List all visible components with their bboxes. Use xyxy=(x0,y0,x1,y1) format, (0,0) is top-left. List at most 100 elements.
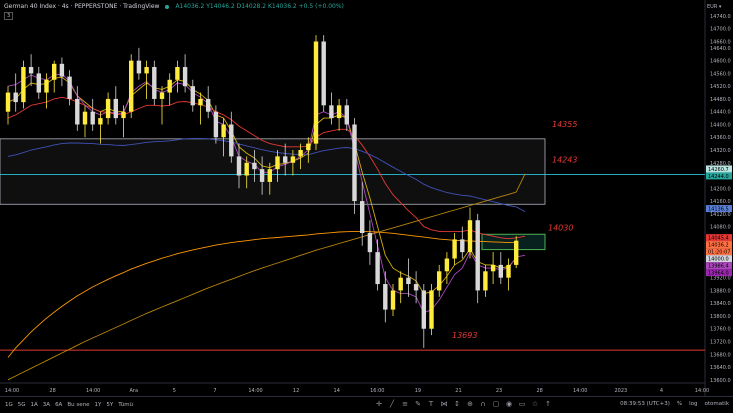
candle-body xyxy=(59,63,65,77)
price-tick-label: 14600.0 xyxy=(710,59,731,65)
price-label: 14000.0 xyxy=(708,257,729,263)
tf-1a[interactable]: 1A xyxy=(31,402,38,408)
candle-body xyxy=(121,111,126,119)
candle-body xyxy=(190,86,195,106)
text-icon[interactable]: T xyxy=(427,400,435,408)
candle-body xyxy=(452,239,457,259)
candle-body xyxy=(198,98,203,106)
candle-body xyxy=(21,67,26,103)
time-tick-label: 28 xyxy=(49,388,55,394)
tf-ytd[interactable]: Bu sene xyxy=(67,402,89,408)
ema-slow-proj xyxy=(515,206,526,212)
candle-body xyxy=(498,264,503,278)
candle-body xyxy=(213,111,219,138)
bottom-toolbar: 1G 5G 1A 3A 6A Bu sene 1Y 5Y Tümü ✛ ╱ ≡ … xyxy=(0,396,733,413)
candle-body xyxy=(44,79,49,93)
candle-body xyxy=(75,98,80,125)
candle-body xyxy=(506,264,511,278)
price-label: 01:20:07 xyxy=(708,250,730,256)
candle-body xyxy=(244,162,249,176)
price-tick-label: 14080.0 xyxy=(710,225,731,231)
candle-body xyxy=(221,124,226,138)
log-toggle[interactable]: log xyxy=(689,401,697,407)
price-tick-label: 14320.0 xyxy=(710,148,731,154)
annotation-14243: 14243 xyxy=(552,156,577,165)
price-tick-label: 13760.0 xyxy=(710,327,731,333)
time-tick-label: 7 xyxy=(213,388,216,394)
percent-toggle[interactable]: % xyxy=(677,401,682,407)
price-label: 13986.4 xyxy=(708,264,729,270)
candle-body xyxy=(98,118,103,125)
candle-body xyxy=(5,92,11,112)
candle-body xyxy=(105,98,111,119)
candle-body xyxy=(336,105,342,119)
star-icon[interactable]: ☆ xyxy=(531,400,539,408)
price-tick-label: 13640.0 xyxy=(710,365,731,371)
candle-body xyxy=(152,67,157,99)
currency-selector[interactable]: EUR ▾ xyxy=(707,4,721,10)
measure-icon[interactable]: ↕ xyxy=(453,400,461,408)
candle-body xyxy=(67,76,72,99)
pattern-icon[interactable]: ⋈ xyxy=(440,400,448,408)
trash-icon[interactable]: ▭ xyxy=(518,400,526,408)
price-tick-label: 14640.0 xyxy=(710,46,731,52)
candle-body xyxy=(167,79,172,93)
price-tick-label: 13840.0 xyxy=(710,301,731,307)
symbol-title[interactable]: German 40 Index · 4s · PEPPERSTONE · Tra… xyxy=(4,3,159,10)
auto-toggle[interactable]: otomatik xyxy=(705,401,729,407)
candle-body xyxy=(136,60,142,74)
time-tick-label: Ara xyxy=(129,388,138,394)
candle-body xyxy=(206,98,211,112)
candle-body xyxy=(406,277,411,285)
tf-all[interactable]: Tümü xyxy=(118,402,133,408)
candle-body xyxy=(437,271,442,291)
time-tick-label: 4 xyxy=(660,388,663,394)
trendline-icon[interactable]: ╱ xyxy=(388,400,396,408)
tf-6a[interactable]: 6A xyxy=(55,402,62,408)
fib-icon[interactable]: ≡ xyxy=(401,400,409,408)
cursor-icon[interactable]: ✛ xyxy=(375,400,383,408)
tf-1y[interactable]: 1Y xyxy=(94,402,101,408)
time-tick-label: 5 xyxy=(173,388,176,394)
arrow-icon[interactable]: ↑ xyxy=(544,400,552,408)
hide-icon[interactable]: ◉ xyxy=(505,400,513,408)
market-status-icon xyxy=(165,4,170,9)
price-tick-label: 13600.0 xyxy=(710,378,731,384)
candle-body xyxy=(444,258,450,272)
candle-body xyxy=(490,264,496,272)
tf-5y[interactable]: 5Y xyxy=(106,402,113,408)
time-tick-label: 14:00 xyxy=(5,388,19,394)
price-tick-label: 14400.0 xyxy=(710,122,731,128)
price-tick-label: 14160.0 xyxy=(710,199,731,205)
price-label: 14260.7 xyxy=(708,167,729,173)
candle-body xyxy=(28,67,34,74)
brush-icon[interactable]: ✎ xyxy=(414,400,422,408)
tf-5g[interactable]: 5G xyxy=(18,402,26,408)
price-tick-label: 13720.0 xyxy=(710,340,731,346)
candle-body xyxy=(182,67,188,87)
chart-header: German 40 Index · 4s · PEPPERSTONE · Tra… xyxy=(4,3,344,10)
annotation-14030: 14030 xyxy=(548,224,573,233)
clock[interactable]: 08:39:53 (UTC+3) xyxy=(620,401,670,407)
price-tick-label: 14120.0 xyxy=(710,212,731,218)
candle-body xyxy=(90,111,95,125)
magnet-icon[interactable]: ∩ xyxy=(479,400,487,408)
price-chart[interactable]: 14740.0 14700.0 14660.014640.0 14600.0 14560… xyxy=(0,0,733,412)
time-tick-label: 28 xyxy=(536,388,542,394)
time-tick-label: 21 xyxy=(455,388,461,394)
time-tick-label: 19 xyxy=(415,388,421,394)
ohlc-readout: A14036.2 Y14046.2 D14028.2 K14036.2 +0.5… xyxy=(175,3,344,10)
price-tick-label: 13800.0 xyxy=(710,314,731,320)
tf-1g[interactable]: 1G xyxy=(5,402,13,408)
candle-body xyxy=(413,284,419,291)
indicator-count-badge[interactable]: 3 xyxy=(4,12,14,20)
candle-body xyxy=(321,41,326,106)
tf-3a[interactable]: 3A xyxy=(43,402,50,408)
price-tick-label: 13880.0 xyxy=(710,288,731,294)
time-tick-label: 14:00 xyxy=(248,388,262,394)
lock-icon[interactable]: ▢ xyxy=(492,400,500,408)
time-tick-label: 14 xyxy=(334,388,340,394)
annotation-14355: 14355 xyxy=(552,120,577,129)
drawing-tools: ✛ ╱ ≡ ✎ T ⋈ ↕ ⊕ ∩ ▢ ◉ ▭ ☆ ↑ xyxy=(375,400,552,408)
zoom-icon[interactable]: ⊕ xyxy=(466,400,474,408)
